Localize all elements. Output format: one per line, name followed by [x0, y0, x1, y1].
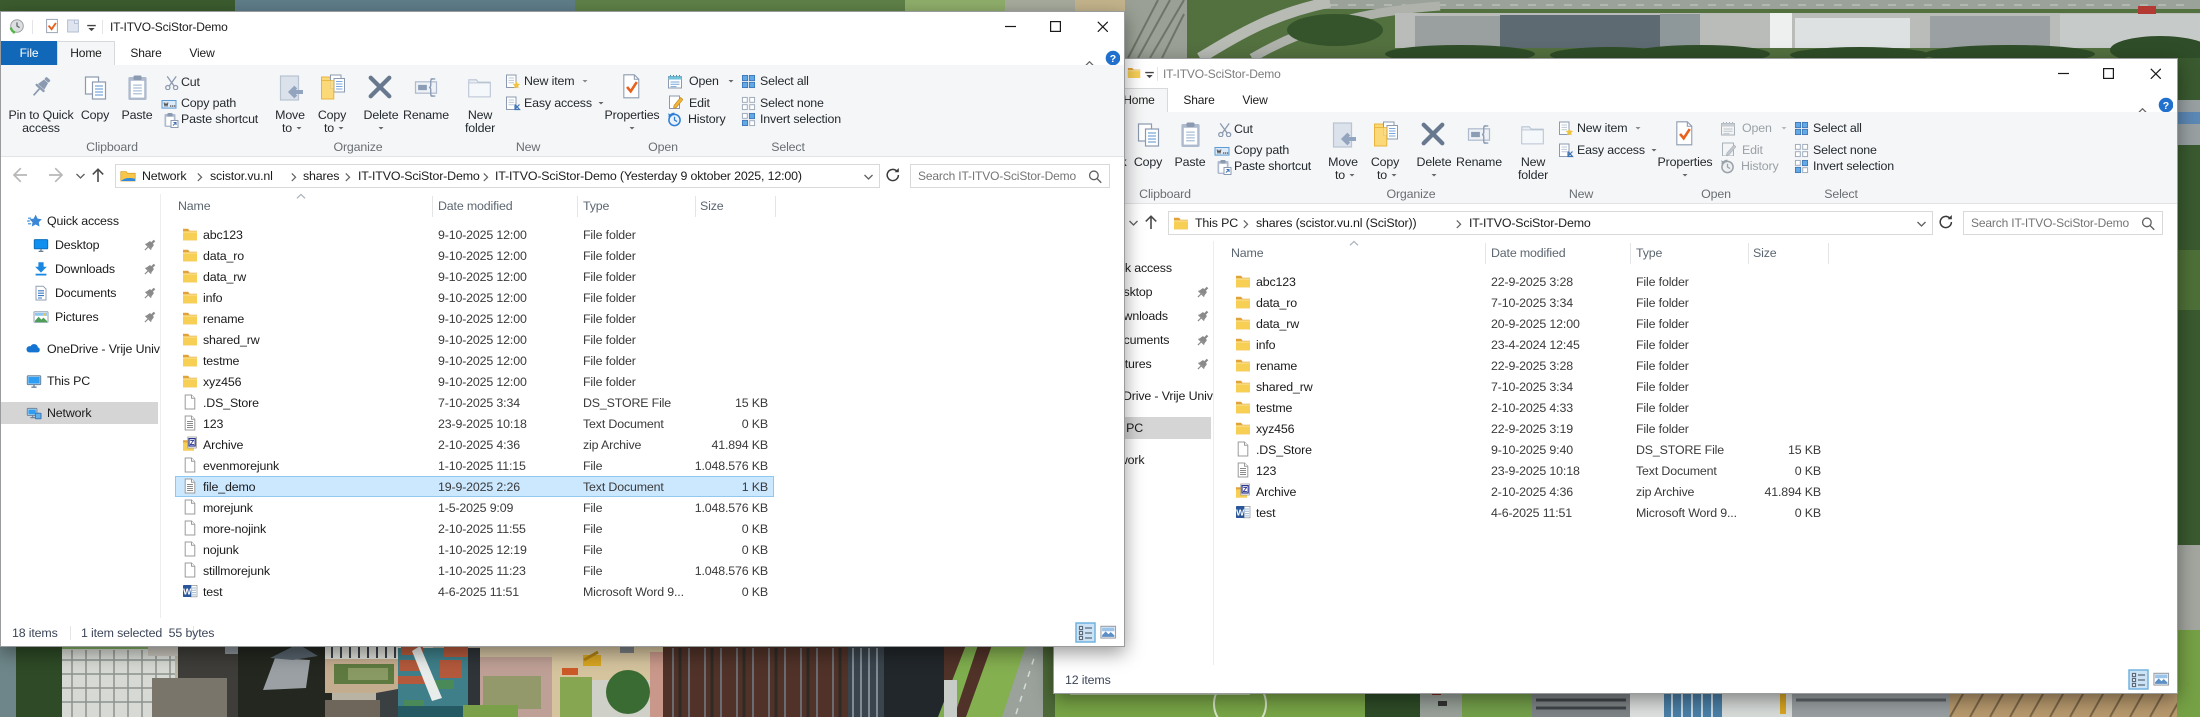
svg-text:W: W [183, 586, 192, 596]
svg-text:W: W [1236, 507, 1245, 517]
svg-text:Z: Z [190, 438, 195, 447]
svg-text:Z: Z [1243, 485, 1248, 494]
svg-text:?: ? [1110, 53, 1116, 65]
svg-text:?: ? [2163, 100, 2169, 112]
